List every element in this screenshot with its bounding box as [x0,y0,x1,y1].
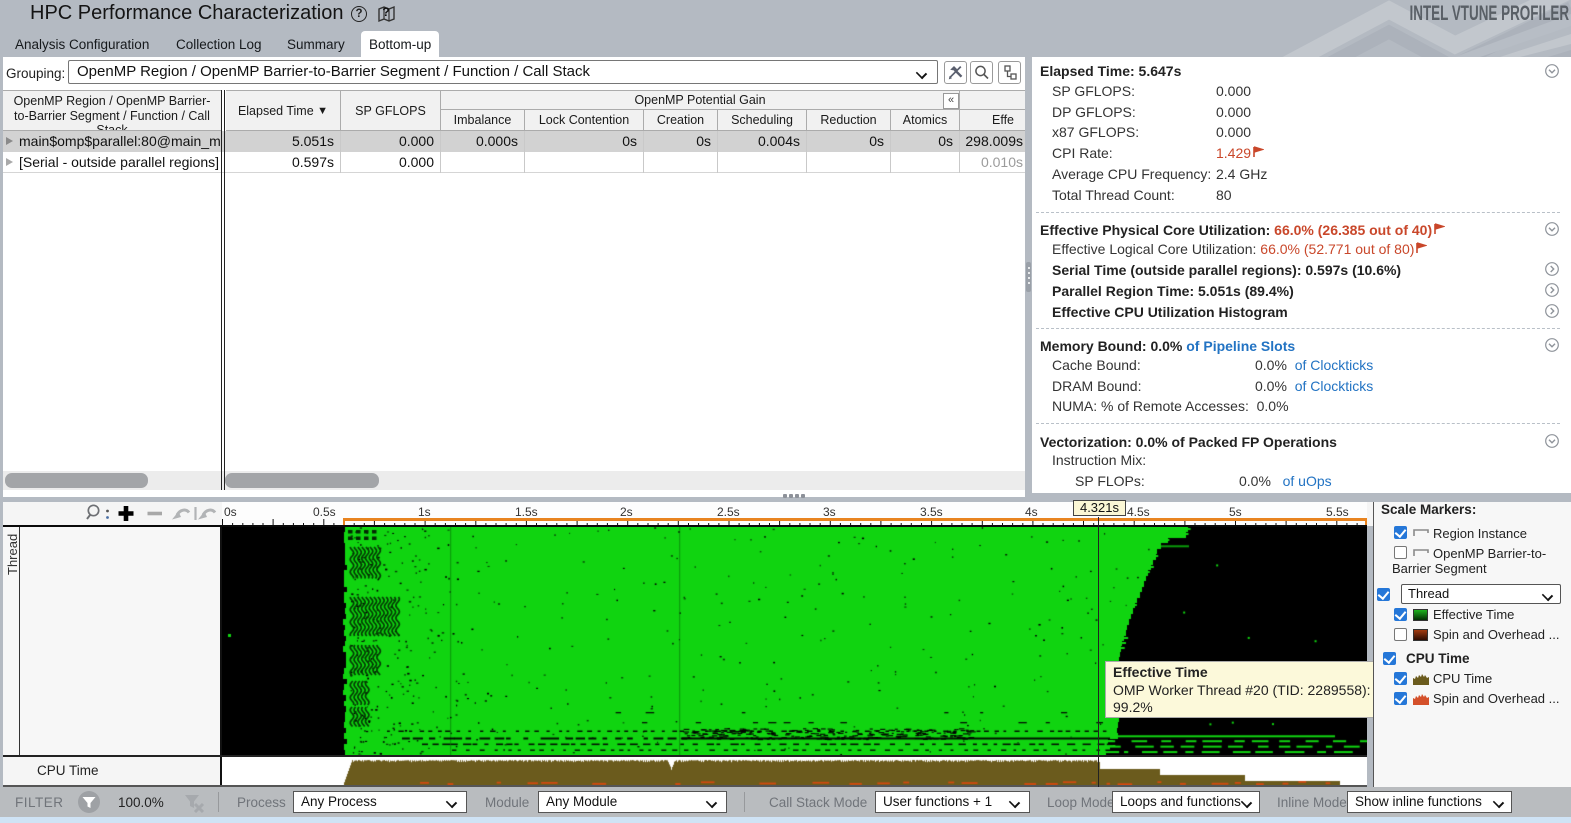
svg-text:?: ? [382,5,389,19]
